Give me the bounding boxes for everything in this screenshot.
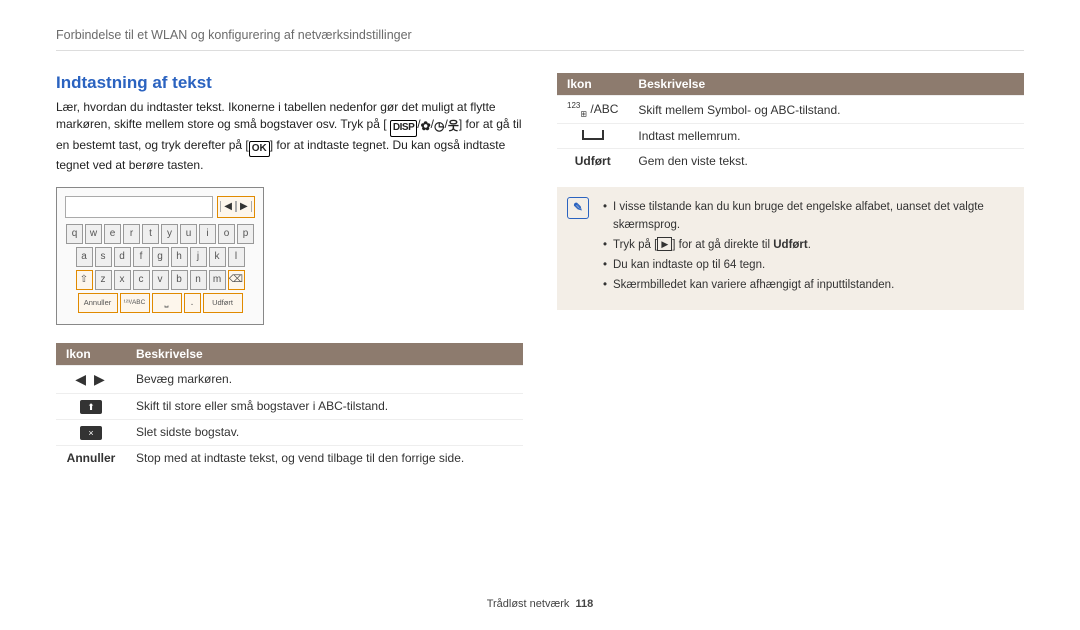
key-j[interactable]: j <box>190 247 207 267</box>
th-icon: Ikon <box>56 343 126 366</box>
note-text: Tryk på [ <box>613 239 657 251</box>
row-desc: Skift mellem Symbol- og ABC-tilstand. <box>628 96 1024 124</box>
key-r[interactable]: r <box>123 224 140 244</box>
key-cancel[interactable]: Annuller <box>78 293 118 313</box>
backspace-icon: × <box>80 426 102 440</box>
row-desc: Stop med at indtaste tekst, og vend tilb… <box>126 445 523 470</box>
table-row: 123⊞ /ABC Skift mellem Symbol- og ABC-ti… <box>557 96 1024 124</box>
play-button-icon: ▶ <box>657 237 672 251</box>
cancel-label-icon: Annuller <box>67 451 116 465</box>
ok-icon: OK <box>249 141 270 158</box>
key-u[interactable]: u <box>180 224 197 244</box>
section-title: Indtastning af tekst <box>56 73 523 93</box>
note-text: ] for at gå direkte til <box>672 239 773 251</box>
footer-section-label: Trådløst netværk <box>487 598 570 610</box>
note-line: Tryk på [▶] for at gå direkte til Udført… <box>603 237 1010 254</box>
table-row: Udført Gem den viste tekst. <box>557 149 1024 174</box>
key-o[interactable]: o <box>218 224 235 244</box>
note-box: ✎ I visse tilstande kan du kun bruge det… <box>557 187 1024 309</box>
key-v[interactable]: v <box>152 270 169 290</box>
key-shift[interactable]: ⇧ <box>76 270 93 290</box>
key-c[interactable]: c <box>133 270 150 290</box>
cursor-left-icon[interactable]: ◀ <box>220 201 236 212</box>
key-i[interactable]: i <box>199 224 216 244</box>
note-line: I visse tilstande kan du kun bruge det e… <box>603 199 1010 234</box>
right-column: Ikon Beskrivelse 123⊞ /ABC Skift mellem … <box>557 73 1024 470</box>
table-row: × Slet sidste bogstav. <box>56 419 523 445</box>
disp-icon: DISP <box>390 120 417 137</box>
shift-icon: ⬆ <box>80 400 102 414</box>
key-mode-toggle[interactable]: ¹²³/ABC <box>120 293 150 313</box>
key-e[interactable]: e <box>104 224 121 244</box>
row-desc: Indtast mellemrum. <box>628 124 1024 149</box>
icon-table-right: Ikon Beskrivelse 123⊞ /ABC Skift mellem … <box>557 73 1024 173</box>
key-w[interactable]: w <box>85 224 102 244</box>
key-f[interactable]: f <box>133 247 150 267</box>
macro-icon: ✿ <box>421 118 431 135</box>
page-footer: Trådløst netværk 118 <box>0 598 1080 610</box>
key-done[interactable]: Udført <box>203 293 243 313</box>
key-dot[interactable]: . <box>184 293 201 313</box>
th-desc: Beskrivelse <box>126 343 523 366</box>
key-m[interactable]: m <box>209 270 226 290</box>
space-icon <box>582 130 604 140</box>
note-line: Du kan indtaste op til 64 tegn. <box>603 257 1010 274</box>
key-d[interactable]: d <box>114 247 131 267</box>
note-icon: ✎ <box>567 197 589 219</box>
key-p[interactable]: p <box>237 224 254 244</box>
breadcrumb: Forbindelse til et WLAN og konfigurering… <box>56 28 1024 51</box>
key-q[interactable]: q <box>66 224 83 244</box>
table-row: Annuller Stop med at indtaste tekst, og … <box>56 445 523 470</box>
row-desc: Gem den viste tekst. <box>628 149 1024 174</box>
key-y[interactable]: y <box>161 224 178 244</box>
footer-page-number: 118 <box>576 598 594 610</box>
arrows-icon: ◀ ▶ <box>75 371 106 387</box>
table-row: ⬆ Skift til store eller små bogstaver i … <box>56 393 523 419</box>
keyboard-cursor-nav[interactable]: ◀▶ <box>217 196 255 218</box>
key-backspace[interactable]: ⌫ <box>228 270 245 290</box>
key-space[interactable]: ⎵ <box>152 293 182 313</box>
key-k[interactable]: k <box>209 247 226 267</box>
icon-table-left: Ikon Beskrivelse ◀ ▶ Bevæg markøren. ⬆ S… <box>56 343 523 470</box>
key-s[interactable]: s <box>95 247 112 267</box>
key-g[interactable]: g <box>152 247 169 267</box>
intro-paragraph: Lær, hvordan du indtaster tekst. Ikonern… <box>56 99 523 175</box>
key-z[interactable]: z <box>95 270 112 290</box>
done-label-icon: Udført <box>575 154 611 168</box>
left-column: Indtastning af tekst Lær, hvordan du ind… <box>56 73 523 470</box>
key-a[interactable]: a <box>76 247 93 267</box>
sym-abc-icon: 123⊞ /ABC <box>567 102 618 116</box>
key-t[interactable]: t <box>142 224 159 244</box>
key-h[interactable]: h <box>171 247 188 267</box>
key-x[interactable]: x <box>114 270 131 290</box>
key-n[interactable]: n <box>190 270 207 290</box>
key-l[interactable]: l <box>228 247 245 267</box>
timer-icon: ◷ <box>434 118 444 135</box>
th-desc: Beskrivelse <box>628 73 1024 96</box>
th-icon: Ikon <box>557 73 628 96</box>
row-desc: Bevæg markøren. <box>126 365 523 393</box>
onscreen-keyboard: ◀▶ q w e r t y u i o p a s <box>56 187 264 325</box>
note-bold: Udført <box>773 239 808 251</box>
key-b[interactable]: b <box>171 270 188 290</box>
table-row: ◀ ▶ Bevæg markøren. <box>56 365 523 393</box>
note-line: Skærmbilledet kan variere afhængigt af i… <box>603 277 1010 294</box>
person-icon: 웃 <box>448 118 459 135</box>
row-desc: Skift til store eller små bogstaver i AB… <box>126 393 523 419</box>
table-row: Indtast mellemrum. <box>557 124 1024 149</box>
keyboard-text-field[interactable] <box>65 196 213 218</box>
row-desc: Slet sidste bogstav. <box>126 419 523 445</box>
note-text: . <box>808 239 811 251</box>
cursor-right-icon[interactable]: ▶ <box>236 201 252 212</box>
